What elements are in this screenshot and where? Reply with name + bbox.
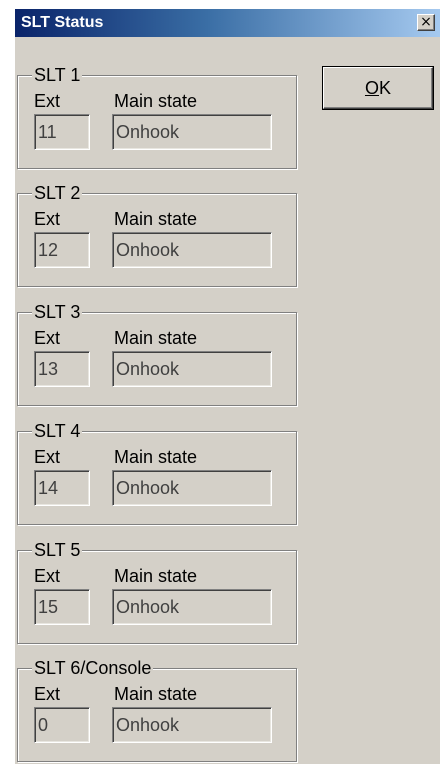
group-title: SLT 3 [32,301,83,323]
main-state-label: Main state [114,328,198,348]
close-button[interactable]: × [417,14,435,31]
ext-field[interactable]: 12 [34,232,90,268]
group-slt-4: SLT 4 Ext Main state 14 Onhook [17,420,297,525]
ok-label-rest: K [379,78,392,98]
main-state-label: Main state [114,566,198,586]
ext-field[interactable]: 15 [34,589,90,625]
ext-label: Ext [34,209,61,229]
group-slt-6-console: SLT 6/Console Ext Main state 0 Onhook [17,657,297,762]
ext-label: Ext [34,447,61,467]
group-title: SLT 4 [32,420,83,442]
group-title: SLT 1 [32,64,83,86]
main-state-label: Main state [114,684,198,704]
group-slt-3: SLT 3 Ext Main state 13 Onhook [17,301,297,406]
ext-field[interactable]: 13 [34,351,90,387]
main-state-label: Main state [114,91,198,111]
close-icon: × [420,14,432,30]
ext-label: Ext [34,684,61,704]
group-slt-2: SLT 2 Ext Main state 12 Onhook [17,182,297,287]
ext-field[interactable]: 0 [34,707,90,743]
ext-label: Ext [34,328,61,348]
ext-label: Ext [34,566,61,586]
ok-button[interactable]: OK [323,67,433,109]
main-state-field[interactable]: Onhook [112,351,272,387]
group-slt-5: SLT 5 Ext Main state 15 Onhook [17,539,297,644]
main-state-field[interactable]: Onhook [112,232,272,268]
ext-label: Ext [34,91,61,111]
ext-field[interactable]: 11 [34,114,90,150]
title-bar[interactable]: SLT Status × [15,9,440,37]
ok-mnemonic: O [364,78,379,98]
group-slt-1: SLT 1 Ext Main state 11 Onhook [17,64,297,169]
group-title: SLT 5 [32,539,83,561]
main-state-field[interactable]: Onhook [112,470,272,506]
main-state-field[interactable]: Onhook [112,589,272,625]
ext-field[interactable]: 14 [34,470,90,506]
window-title: SLT Status [21,14,104,31]
main-state-field[interactable]: Onhook [112,114,272,150]
main-state-field[interactable]: Onhook [112,707,272,743]
ok-button-label: OK [365,78,391,98]
group-title: SLT 6/Console [32,657,154,679]
group-title: SLT 2 [32,182,83,204]
main-state-label: Main state [114,447,198,467]
slt-status-dialog: SLT Status × OK SLT 1 Ext Main state 11 … [14,8,440,764]
main-state-label: Main state [114,209,198,229]
